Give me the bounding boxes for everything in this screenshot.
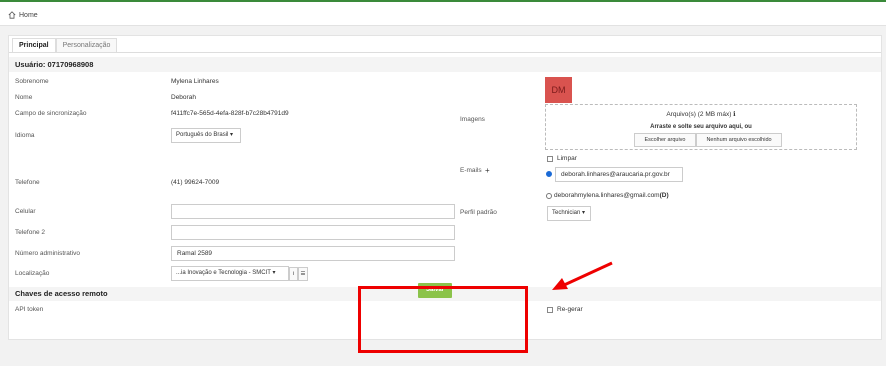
top-bar: Home	[0, 0, 886, 26]
emails-label: E-mails	[460, 167, 482, 174]
admin-number-input[interactable]: Ramal 2589	[171, 246, 455, 261]
chevron-down-icon: ▾	[582, 210, 586, 216]
location-list-icon[interactable]: ☰	[298, 267, 308, 281]
annotation-arrow-icon	[552, 261, 613, 290]
email-primary-radio[interactable]	[546, 171, 552, 177]
upload-title: Arquivo(s) (2 MB máx) ℹ	[666, 111, 736, 118]
language-value: Português do Brasil	[176, 132, 229, 138]
clear-checkbox[interactable]	[547, 156, 553, 162]
breadcrumb-home[interactable]: Home	[19, 12, 38, 19]
language-label: Idioma	[15, 132, 35, 139]
mobile-label: Celular	[15, 208, 36, 215]
email-secondary-radio[interactable]	[546, 193, 552, 199]
phone2-input[interactable]	[171, 225, 455, 240]
admin-number-label: Número administrativo	[15, 250, 81, 257]
tab-personalizacao[interactable]: Personalização	[55, 38, 118, 53]
profile-select[interactable]: Technician ▾	[547, 206, 591, 221]
sync-field-value: f411ffc7e-565d-4efa-828f-b7c28b4791d9	[171, 110, 289, 117]
info-icon: ℹ	[733, 111, 736, 118]
phone-value: (41) 99624-7009	[171, 179, 220, 186]
user-section-title: Usuário: 07170968908	[9, 57, 881, 72]
tab-divider	[9, 52, 881, 53]
drop-text: Arraste e solte seu arquivo aqui, ou	[650, 124, 752, 130]
chevron-down-icon: ▾	[230, 132, 234, 138]
regen-label: Re-gerar	[557, 306, 583, 313]
language-select[interactable]: Português do Brasil ▾	[171, 128, 241, 143]
sync-field-label: Campo de sincronização	[15, 110, 87, 117]
no-file-text: Nenhum arquivo escolhido	[696, 133, 782, 147]
surname-value: Mylena Linhares	[171, 78, 219, 85]
images-label: Imagens	[460, 116, 485, 123]
location-info-icon[interactable]: i	[289, 267, 298, 281]
name-label: Nome	[15, 94, 33, 101]
mobile-input[interactable]	[171, 204, 455, 219]
phone2-label: Telefone 2	[15, 229, 45, 236]
regen-checkbox[interactable]	[547, 307, 553, 313]
tab-bar: Principal Personalização	[12, 38, 118, 53]
home-icon	[8, 11, 16, 19]
plus-icon[interactable]: +	[485, 166, 490, 175]
profile-label: Perfil padrão	[460, 209, 497, 216]
choose-file-button[interactable]: Escolher arquivo	[634, 133, 696, 147]
surname-label: Sobrenome	[15, 78, 49, 85]
upload-dropzone[interactable]: Arquivo(s) (2 MB máx) ℹ Arraste e solte …	[545, 104, 857, 150]
email-secondary: deborahmylena.linhares@gmail.com(D)	[554, 192, 669, 199]
api-token-label: API token	[15, 306, 44, 313]
location-label: Localização	[15, 270, 50, 277]
location-select[interactable]: ...ia Inovação e Tecnologia - SMCIT ▾	[171, 266, 289, 281]
email-primary-input[interactable]: deborah.linhares@araucaria.pr.gov.br	[555, 167, 683, 182]
tab-principal[interactable]: Principal	[12, 38, 56, 53]
location-value: ...ia Inovação e Tecnologia - SMCIT	[176, 270, 271, 276]
profile-value: Technician	[552, 210, 581, 216]
phone-label: Telefone	[15, 179, 40, 186]
clear-label: Limpar	[557, 155, 577, 162]
highlight-box	[358, 286, 528, 353]
breadcrumb[interactable]: Home	[8, 11, 38, 19]
name-value: Deborah	[171, 94, 196, 101]
avatar: DM	[545, 77, 572, 103]
chevron-down-icon: ▾	[272, 270, 276, 276]
